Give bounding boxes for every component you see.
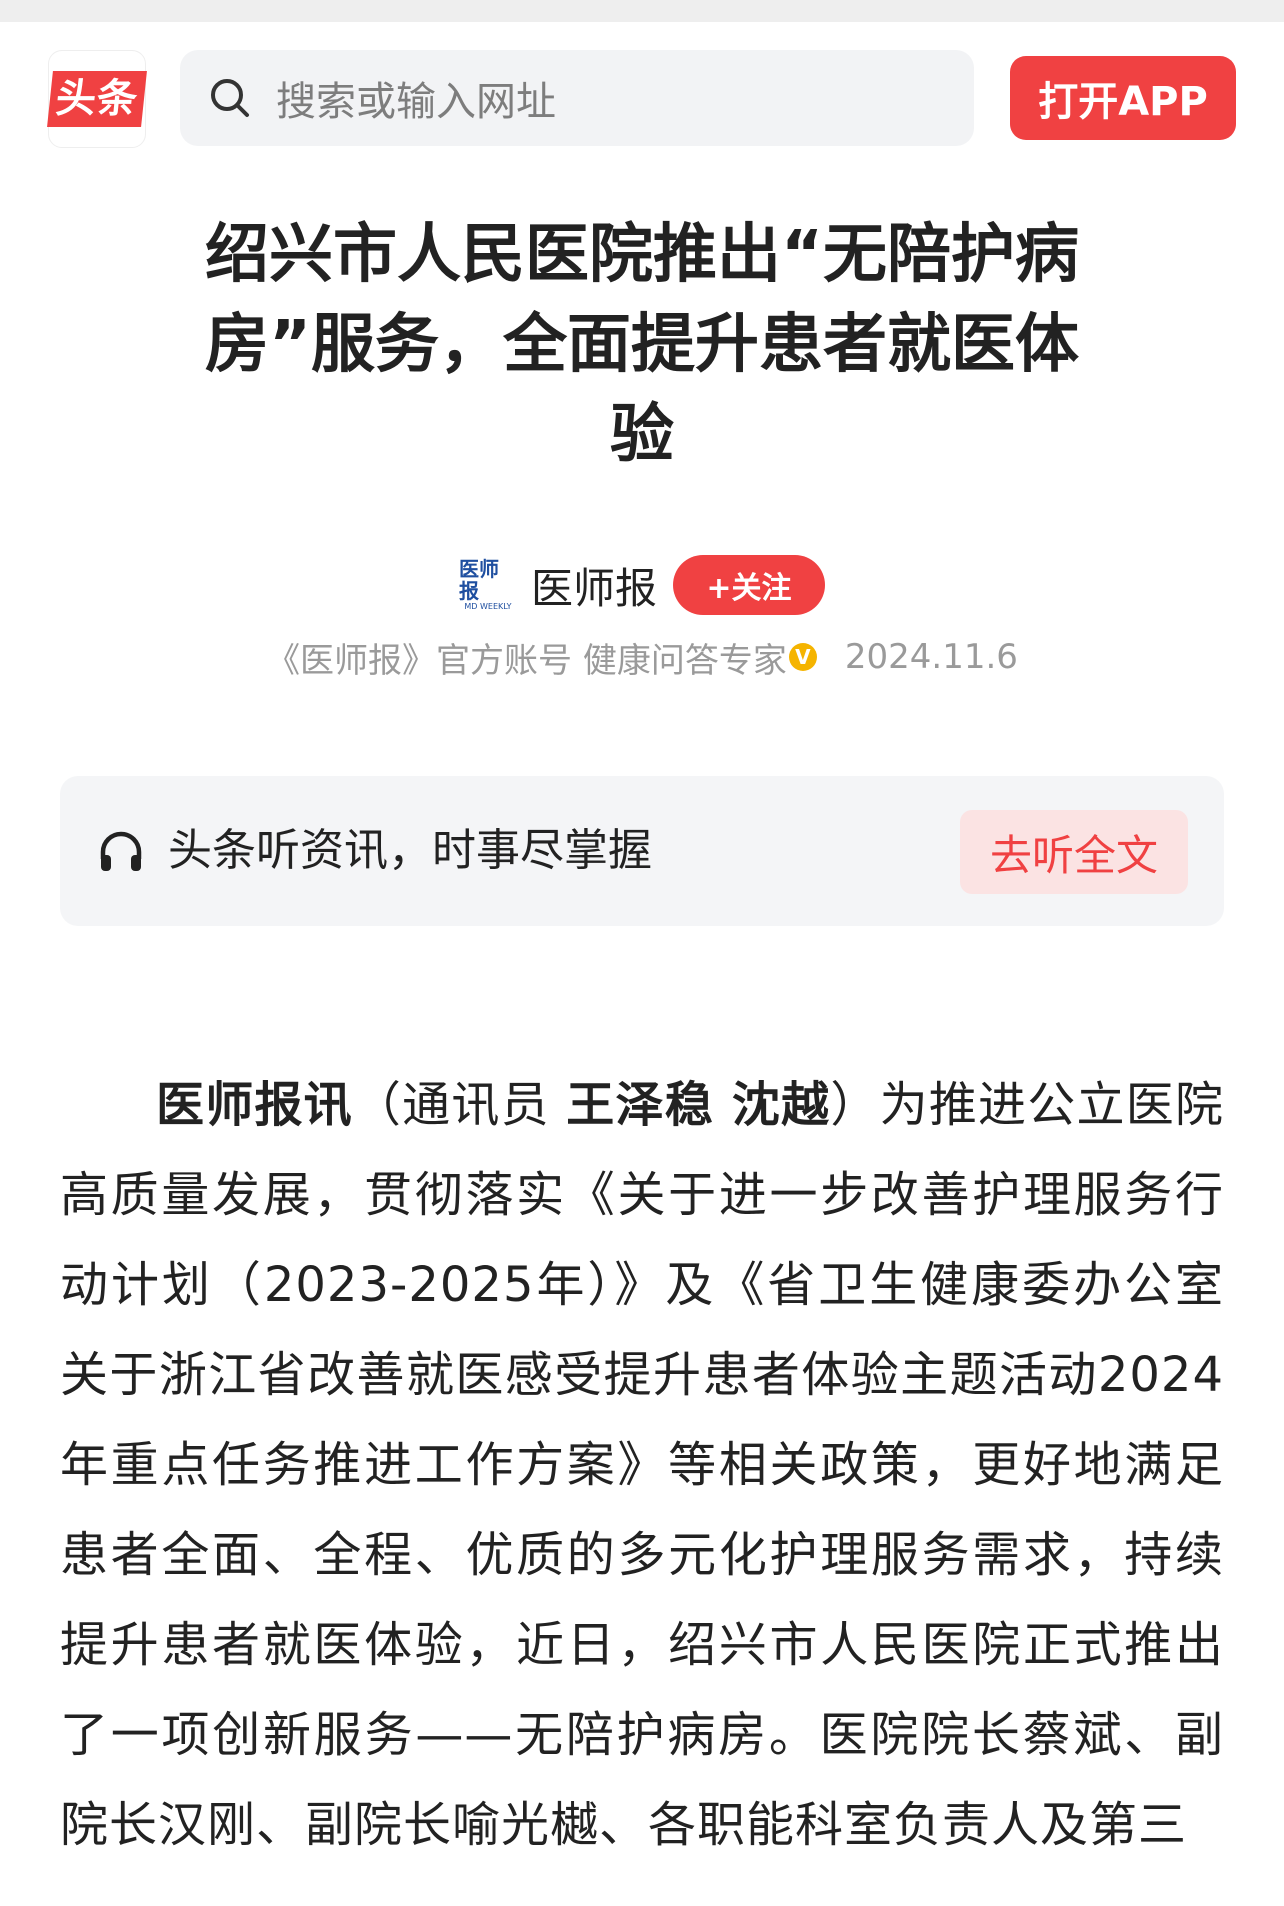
author-name[interactable]: 医师报: [531, 555, 657, 616]
article-lead: 医师报讯: [156, 1077, 353, 1133]
listen-banner-text: 头条听资讯，时事尽掌握: [168, 825, 652, 876]
headphones-icon: [100, 831, 142, 871]
article-title: 绍兴市人民医院推出“无陪护病房”服务，全面提升患者就医体验: [204, 218, 1080, 472]
top-bar: 头条 搜索或输入网址 打开APP: [0, 22, 1284, 172]
listen-full-text-button[interactable]: 去听全文: [960, 810, 1188, 894]
avatar-text: 医师报: [458, 557, 499, 603]
article-paren-open: （通讯员: [352, 1077, 567, 1133]
logo-text: 头条: [47, 71, 147, 127]
status-bar-strip: [0, 0, 1284, 22]
author-description: 《医师报》官方账号 健康问答专家: [266, 640, 787, 681]
author-row: 医师报 MD WEEKLY 医师报 +关注: [0, 550, 1284, 620]
author-avatar[interactable]: 医师报 MD WEEKLY: [459, 558, 517, 611]
verified-badge-icon: V: [788, 643, 817, 671]
listen-banner: 头条听资讯，时事尽掌握 去听全文: [60, 776, 1224, 926]
search-icon: [211, 79, 249, 117]
author-meta: 《医师报》官方账号 健康问答专家 V 2024.11.6: [0, 632, 1284, 682]
article-reporters: 王泽稳 沈越: [566, 1077, 831, 1133]
article-body: 医师报讯（通讯员 王泽稳 沈越）为推进公立医院高质量发展，贯彻落实《关于进一步改…: [60, 1060, 1224, 1870]
search-bar[interactable]: 搜索或输入网址: [180, 50, 974, 146]
publish-date: 2024.11.6: [844, 637, 1018, 677]
search-placeholder: 搜索或输入网址: [276, 79, 556, 125]
article-paragraph: 为推进公立医院高质量发展，贯彻落实《关于进一步改善护理服务行动计划（2023-2…: [60, 1077, 1224, 1853]
follow-button[interactable]: +关注: [673, 555, 825, 615]
article-paren-close: ）: [830, 1077, 880, 1133]
open-app-button[interactable]: 打开APP: [1010, 56, 1236, 140]
toutiao-logo[interactable]: 头条: [47, 50, 147, 148]
avatar-subtext: MD WEEKLY: [464, 602, 512, 611]
